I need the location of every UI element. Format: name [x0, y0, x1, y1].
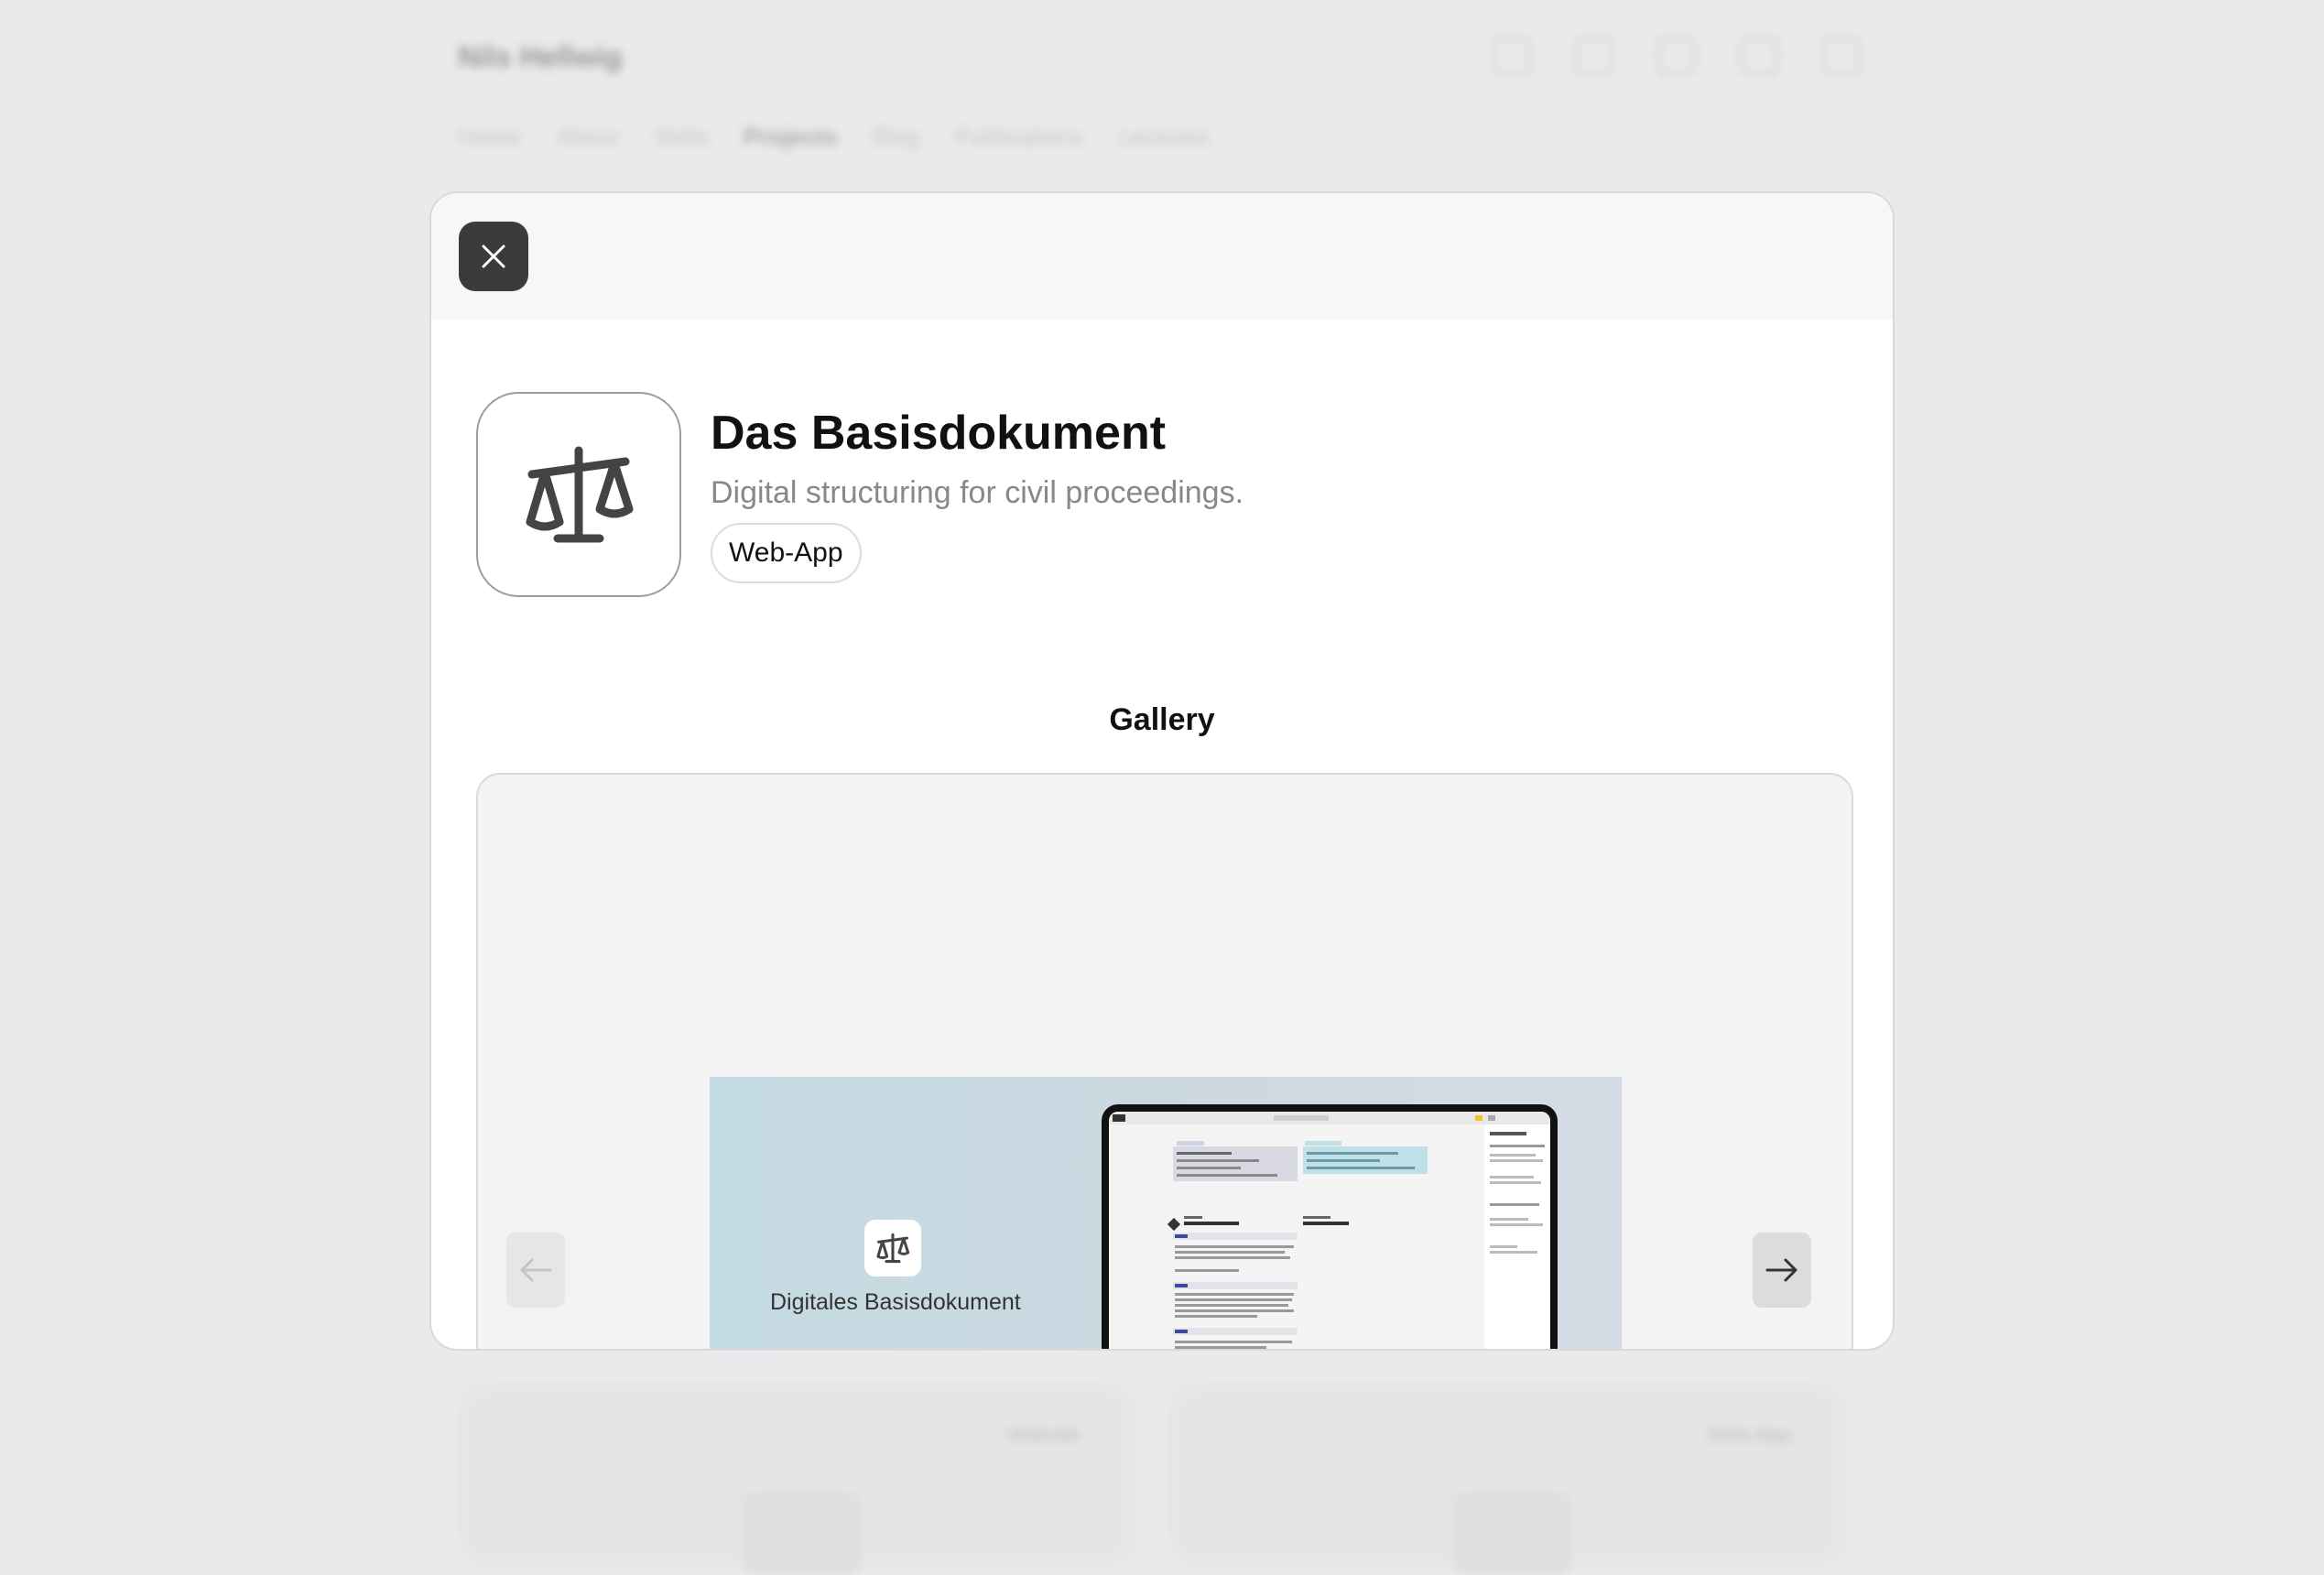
nav-item-blog: Blog — [872, 123, 920, 150]
project-card-thumbnail — [1452, 1493, 1571, 1575]
site-name: Nils Hellwig — [458, 40, 623, 73]
profile-icon — [1575, 37, 1613, 75]
slide-logo — [864, 1220, 921, 1276]
gallery-carousel[interactable]: Digitales Basisdokument — [476, 773, 1853, 1349]
project-card: Website — [458, 1383, 1135, 1575]
scales-icon — [526, 446, 634, 543]
gallery-slide: Digitales Basisdokument — [710, 1077, 1622, 1349]
gallery-heading: Gallery — [1109, 702, 1215, 737]
close-icon — [482, 244, 505, 268]
scales-icon — [876, 1233, 910, 1264]
theme-toggle-icon — [1822, 37, 1861, 75]
app-icon — [476, 392, 681, 597]
gallery-prev-button[interactable] — [506, 1233, 565, 1308]
nav-item-projects: Projects — [743, 123, 838, 150]
arrow-right-icon — [1765, 1258, 1797, 1282]
project-card-tag: Web-App — [1707, 1423, 1791, 1446]
scholar-icon — [1657, 37, 1696, 75]
nav-item-about: About — [556, 123, 619, 150]
app-screenshot-content — [1109, 1112, 1550, 1349]
modal-header — [431, 193, 1893, 320]
close-button[interactable] — [459, 222, 528, 291]
slide-caption: Digitales Basisdokument — [770, 1289, 1021, 1315]
laptop-mockup — [1102, 1104, 1558, 1349]
nav-item-publications: Publications — [954, 123, 1083, 150]
github-icon — [1493, 37, 1531, 75]
project-card-thumbnail — [742, 1493, 861, 1575]
project-card: Web-App — [1168, 1383, 1846, 1575]
nav-item-skills: Skills — [653, 123, 709, 150]
app-screenshot — [1109, 1112, 1550, 1349]
linkedin-icon — [1740, 37, 1778, 75]
app-subtitle: Digital structuring for civil proceeding… — [711, 475, 1244, 510]
arrow-left-icon — [520, 1258, 552, 1282]
project-modal: Das Basisdokument Digital structuring fo… — [429, 191, 1895, 1351]
nav-item-lectures: Lectures — [1117, 123, 1210, 150]
gallery-next-button[interactable] — [1753, 1233, 1811, 1308]
app-type-badge: Web-App — [711, 523, 862, 583]
header-icons — [1493, 37, 1861, 75]
app-title: Das Basisdokument — [711, 407, 1167, 460]
nav-item-home: Home — [458, 123, 522, 150]
background-nav: Home About Skills Projects Blog Publicat… — [458, 123, 1210, 151]
project-card-tag: Website — [1007, 1423, 1081, 1446]
